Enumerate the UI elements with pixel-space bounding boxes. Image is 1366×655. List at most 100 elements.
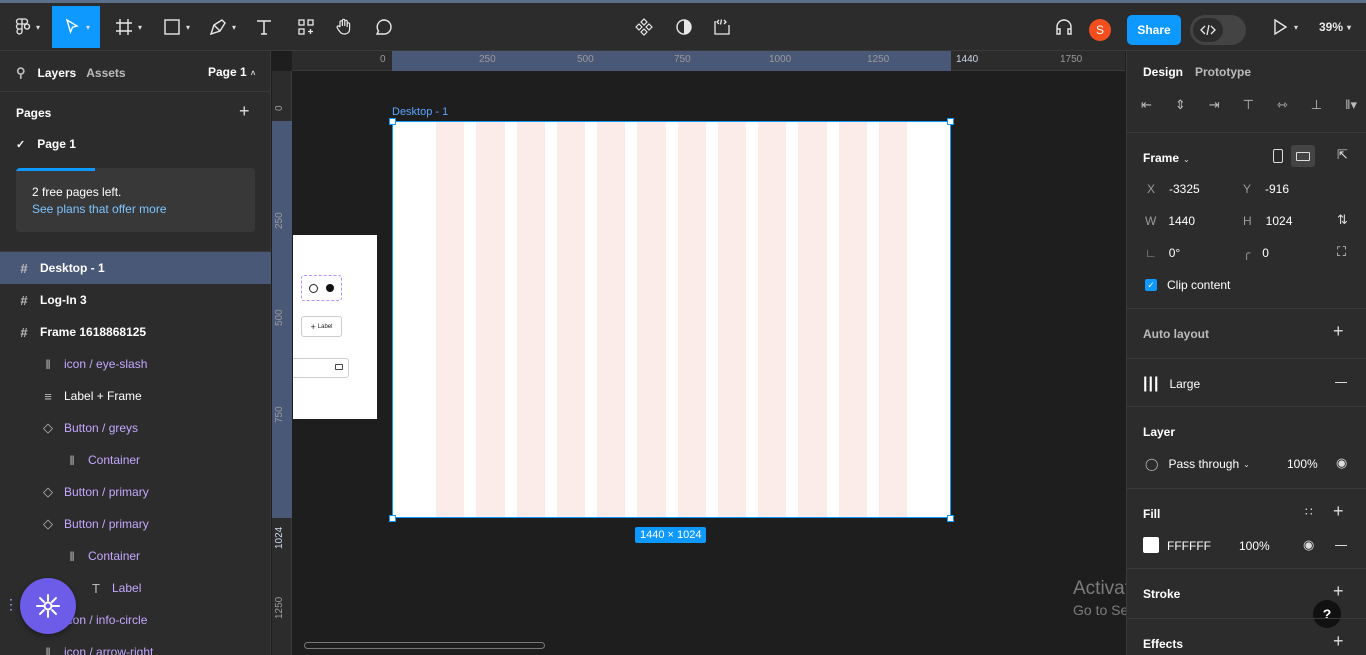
tab-assets[interactable]: Assets [86,66,125,80]
layer-label: Button / primary [64,485,149,499]
comment-tool-button[interactable] [372,6,396,48]
cursor-icon [65,18,79,35]
align-top-icon[interactable]: ⊤ [1243,97,1254,113]
remove-grid-minus-icon[interactable] [1335,382,1347,383]
login-frame-preview[interactable]: + Label [293,235,377,419]
text-tool-button[interactable] [252,6,276,48]
layer-heading: Layer [1143,425,1176,439]
align-center-v-icon[interactable]: ⇿ [1277,97,1288,113]
layer-row[interactable]: # Desktop - 1 [0,252,271,284]
resize-to-fit-icon[interactable]: ⇱ [1337,147,1348,163]
w-field[interactable]: W 1440 [1145,214,1195,228]
desktop-1-frame[interactable] [392,121,951,518]
hand-tool-button[interactable] [332,6,356,48]
dev-code-button[interactable] [710,6,734,48]
align-right-icon[interactable]: ⇥ [1209,97,1220,113]
tab-prototype[interactable]: Prototype [1195,65,1251,79]
move-tool-button[interactable]: ▾ [52,6,100,48]
h-field[interactable]: H 1024 [1243,214,1292,228]
auto-layout-heading: Auto layout [1143,327,1209,341]
fill-opacity-value[interactable]: 100% [1239,539,1270,553]
fill-styles-icon[interactable]: ∷ [1305,505,1313,519]
page-item-page-1[interactable]: ✓ Page 1 [16,137,76,151]
tab-design[interactable]: Design [1143,65,1183,79]
fill-hex-value[interactable]: FFFFFF [1167,539,1211,553]
rotation-field[interactable]: ∟ 0° [1145,246,1180,260]
layer-row[interactable]: # Frame 1618868125 [0,316,271,348]
layer-row[interactable]: ◇ Button / primary [0,476,271,508]
ruler-tick: 1024 [274,526,285,549]
pen-tool-button[interactable]: ▾ [202,6,242,48]
align-left-icon[interactable]: ⇤ [1141,97,1152,113]
audio-call-button[interactable] [1052,6,1076,48]
frame-tool-button[interactable]: ▾ [108,6,148,48]
share-button[interactable]: Share [1127,15,1181,45]
clip-content-label: Clip content [1167,278,1231,292]
corner-radius-field[interactable]: ╭ 0 [1243,246,1269,260]
add-auto-layout-plus-icon[interactable]: + [1333,321,1344,342]
mask-button[interactable] [672,6,696,48]
blend-mode-dropdown[interactable]: ◯ Pass through ⌄ [1145,457,1250,471]
add-fill-plus-icon[interactable]: + [1333,501,1344,522]
eye-icon[interactable]: ◉ [1336,455,1347,471]
mini-label-button[interactable]: + Label [301,316,342,337]
layer-opacity-value[interactable]: 100% [1287,457,1318,471]
upgrade-link[interactable]: See plans that offer more [32,202,167,216]
pages-usage-bar [16,168,95,171]
resize-handle-bl[interactable] [389,515,396,522]
distribute-icon[interactable]: ‖▾ [1345,97,1357,113]
resize-handle-tl[interactable] [389,118,396,125]
chevron-down-icon: ⌄ [1243,459,1250,469]
search-icon[interactable]: ⚲ [16,65,26,81]
create-component-button[interactable] [632,6,656,48]
x-field[interactable]: X -3325 [1147,182,1200,196]
angle-icon: ∟ [1145,246,1157,260]
zoom-level: 39% [1318,20,1343,34]
align-center-h-icon[interactable]: ⇕ [1175,97,1186,113]
resources-button[interactable] [294,6,318,48]
zoom-menu[interactable]: 39% ▾ [1310,6,1360,48]
layer-row[interactable]: ◇ Button / primary [0,508,271,540]
y-field[interactable]: Y -916 [1243,182,1289,196]
present-button[interactable]: ▾ [1264,6,1304,48]
remove-fill-minus-icon[interactable] [1335,545,1347,546]
y-value: -916 [1265,182,1290,196]
layer-row[interactable]: ◇ Button / greys [0,412,271,444]
main-menu-button[interactable]: ▾ [8,6,44,48]
align-bottom-icon[interactable]: ⊥ [1311,97,1322,113]
user-avatar[interactable]: S [1089,19,1111,41]
horizontal-scrollbar[interactable] [304,642,545,649]
assistant-fab-button[interactable] [20,578,76,634]
mini-input-field[interactable] [293,358,349,378]
layer-row[interactable]: # Log-In 3 [0,284,271,316]
layer-row[interactable]: ≡ Label + Frame [0,380,271,412]
add-stroke-plus-icon[interactable]: + [1333,581,1344,602]
layer-row[interactable]: ‖ Container [0,540,271,572]
add-page-plus-icon[interactable]: + [239,101,250,122]
frame-type-dropdown[interactable]: Frame ⌄ [1143,151,1190,165]
text-icon [257,20,271,35]
layer-label: icon / eye-slash [64,357,148,371]
tab-layers[interactable]: Layers [38,66,77,80]
layer-row[interactable]: ‖ Container [0,444,271,476]
resize-handle-br[interactable] [947,515,954,522]
portrait-icon[interactable] [1273,149,1283,163]
icon-pair-component[interactable] [301,275,342,301]
independent-corners-icon[interactable]: ⛶ [1337,244,1346,260]
landscape-toggle[interactable] [1291,145,1315,167]
layer-row[interactable]: ‖ icon / arrow-right [0,636,271,655]
shape-tool-button[interactable]: ▾ [156,6,196,48]
ruler-tick: 0 [274,105,285,111]
page-selector[interactable]: Page 1 ˄ [208,65,255,79]
fill-color-swatch[interactable] [1143,537,1159,553]
grid-style-row[interactable]: ||| Large [1143,375,1200,393]
clip-content-checkbox[interactable]: ✓ Clip content [1145,278,1230,292]
dev-mode-toggle[interactable] [1190,15,1246,45]
add-effect-plus-icon[interactable]: + [1333,631,1344,652]
frame-title-label[interactable]: Desktop - 1 [392,106,448,118]
eye-icon[interactable]: ◉ [1303,537,1314,553]
constrain-proportions-icon[interactable]: ⇅ [1337,212,1348,228]
h-value: 1024 [1265,214,1293,228]
resize-handle-tr[interactable] [947,118,954,125]
layer-row[interactable]: ‖ icon / eye-slash [0,348,271,380]
